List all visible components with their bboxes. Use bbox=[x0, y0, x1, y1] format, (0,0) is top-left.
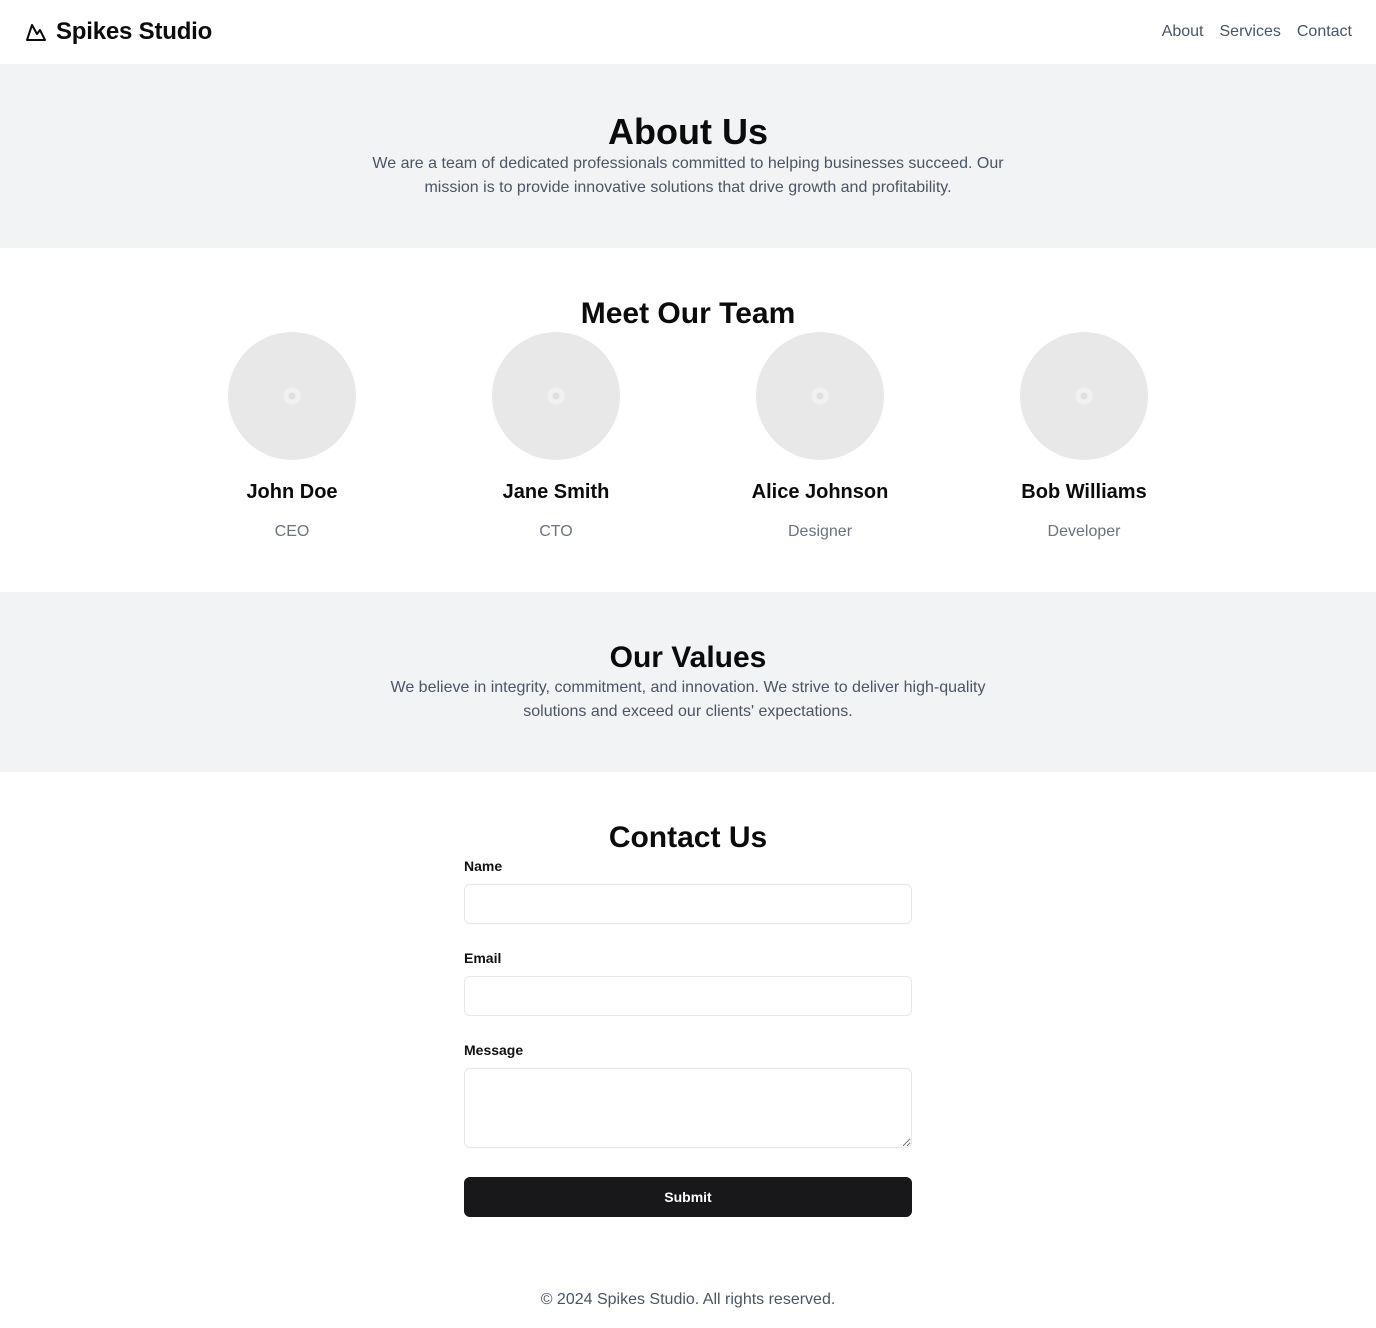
email-label: Email bbox=[464, 950, 502, 966]
nav-contact-link[interactable]: Contact bbox=[1297, 23, 1352, 41]
avatar bbox=[756, 332, 884, 460]
team-member-card: John Doe CEO bbox=[160, 332, 424, 544]
name-field-group: Name bbox=[464, 856, 912, 924]
values-section: Our Values We believe in integrity, comm… bbox=[0, 592, 1376, 772]
team-member-card: Jane Smith CTO bbox=[424, 332, 688, 544]
member-role: Designer bbox=[787, 523, 853, 540]
mountain-icon bbox=[24, 20, 48, 44]
brand-link[interactable]: Spikes Studio bbox=[24, 18, 212, 46]
main-nav: About Services Contact bbox=[1162, 23, 1352, 41]
nav-about-link[interactable]: About bbox=[1162, 23, 1204, 41]
avatar bbox=[228, 332, 356, 460]
team-member-card: Bob Williams Developer bbox=[952, 332, 1216, 544]
message-label: Message bbox=[464, 1042, 524, 1058]
member-role: CEO bbox=[274, 523, 310, 540]
image-placeholder-icon bbox=[278, 382, 306, 410]
values-title: Our Values bbox=[609, 641, 767, 674]
member-role: Developer bbox=[1047, 523, 1121, 540]
name-label: Name bbox=[464, 858, 503, 874]
team-grid: John Doe CEO Jane Smith CTO Alice Johnso… bbox=[0, 332, 1376, 544]
about-text: We are a team of dedicated professionals… bbox=[372, 155, 1004, 196]
values-text: We believe in integrity, commitment, and… bbox=[390, 679, 986, 720]
team-title: Meet Our Team bbox=[580, 297, 796, 330]
avatar bbox=[1020, 332, 1148, 460]
contact-form: Name Email Message Submit bbox=[464, 856, 912, 1217]
image-placeholder-icon bbox=[1070, 382, 1098, 410]
submit-button[interactable]: Submit bbox=[464, 1177, 912, 1217]
image-placeholder-icon bbox=[806, 382, 834, 410]
avatar bbox=[492, 332, 620, 460]
team-section: Meet Our Team John Doe CEO Jane Smith CT… bbox=[0, 248, 1376, 592]
email-input[interactable] bbox=[464, 976, 912, 1016]
contact-section: Contact Us Name Email Message Submit bbox=[0, 772, 1376, 1217]
footer-copyright: © 2024 Spikes Studio. All rights reserve… bbox=[540, 1291, 836, 1308]
brand-name: Spikes Studio bbox=[56, 18, 213, 45]
team-member-card: Alice Johnson Designer bbox=[688, 332, 952, 544]
message-field-group: Message bbox=[464, 1040, 912, 1153]
about-title: About Us bbox=[608, 111, 768, 152]
message-textarea[interactable] bbox=[464, 1068, 912, 1148]
nav-services-link[interactable]: Services bbox=[1220, 23, 1281, 41]
member-name: Jane Smith bbox=[502, 481, 610, 503]
member-role: CTO bbox=[539, 523, 573, 540]
contact-title: Contact Us bbox=[608, 821, 768, 854]
image-placeholder-icon bbox=[542, 382, 570, 410]
site-header: Spikes Studio About Services Contact bbox=[0, 0, 1376, 64]
about-section: About Us We are a team of dedicated prof… bbox=[0, 64, 1376, 248]
name-input[interactable] bbox=[464, 884, 912, 924]
member-name: Bob Williams bbox=[1021, 481, 1147, 503]
member-name: Alice Johnson bbox=[751, 481, 889, 503]
email-field-group: Email bbox=[464, 948, 912, 1016]
member-name: John Doe bbox=[246, 481, 338, 503]
